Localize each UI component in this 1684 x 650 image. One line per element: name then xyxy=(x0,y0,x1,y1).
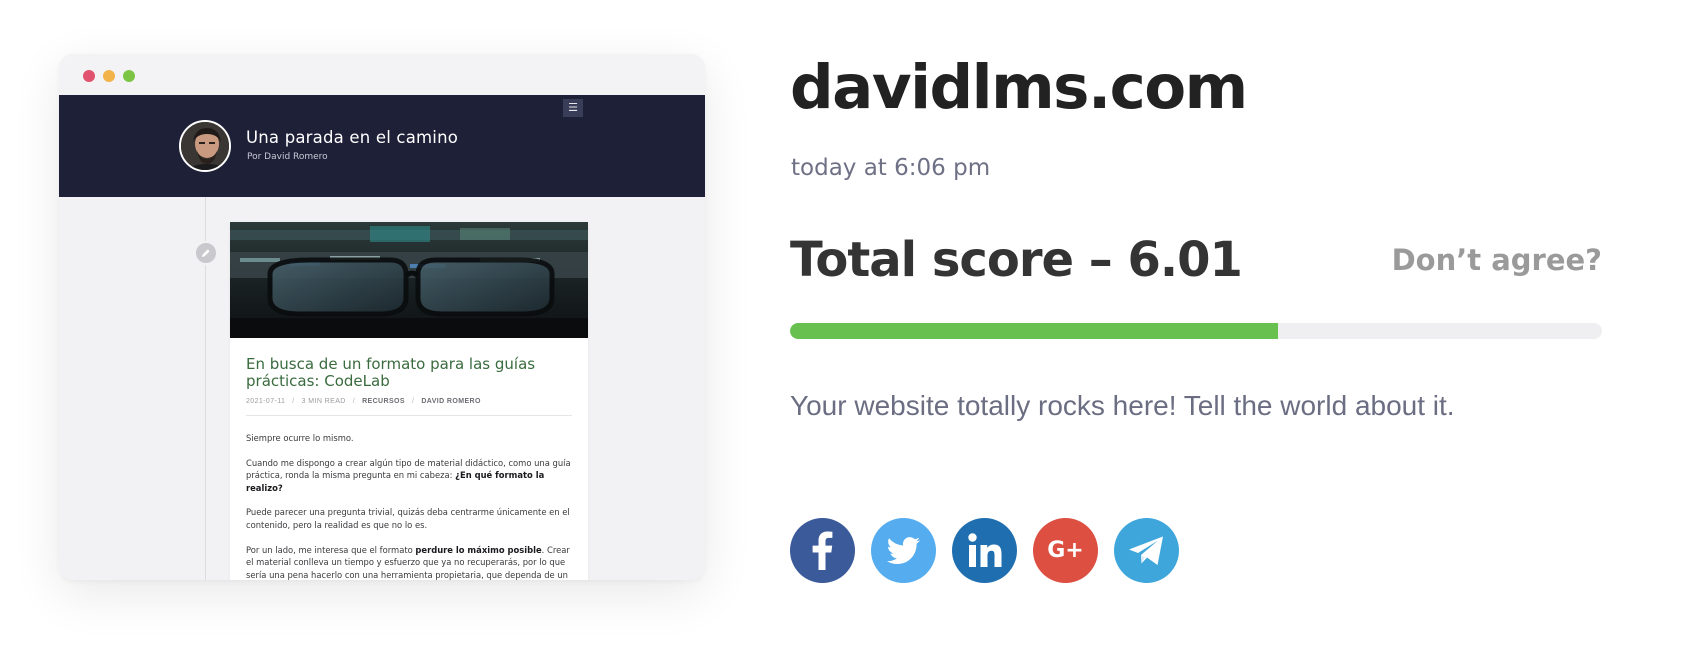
google-plus-icon: G+ xyxy=(1047,538,1084,563)
twitter-icon xyxy=(886,537,920,564)
post-text-bold: perdure lo máximo posible xyxy=(415,544,542,555)
post-card: En busca de un formato para las guías pr… xyxy=(230,222,588,580)
post-author: DAVID ROMERO xyxy=(421,398,481,405)
author-avatar xyxy=(179,120,231,172)
hamburger-menu-icon: ☰ xyxy=(563,99,583,117)
post-category: RECURSOS xyxy=(362,398,405,405)
meta-separator: / xyxy=(352,398,356,405)
share-twitter-button[interactable] xyxy=(871,518,936,583)
meta-separator: / xyxy=(411,398,415,405)
browser-titlebar xyxy=(59,54,705,95)
post-date: 2021-07-11 xyxy=(246,398,286,405)
dont-agree-link[interactable]: Don’t agree? xyxy=(1392,243,1602,277)
facebook-icon xyxy=(812,531,833,570)
post-paragraph: Puede parecer una pregunta trivial, quiz… xyxy=(246,507,570,530)
post-body: Siempre ocurre lo mismo. Cuando me dispo… xyxy=(246,432,572,580)
score-progress-bar xyxy=(790,323,1602,339)
pencil-icon xyxy=(194,241,218,265)
post-meta: 2021-07-11 / 3 MIN READ / RECURSOS / DAVID ROM… xyxy=(246,398,481,405)
score-progress-fill xyxy=(790,323,1278,339)
site-name: davidlms.com xyxy=(790,52,1248,123)
close-dot xyxy=(83,70,95,82)
telegram-icon xyxy=(1129,536,1163,565)
blog-header: ☰ Una parada en el camino Por David Rome… xyxy=(59,95,705,197)
website-preview-window: ☰ Una parada en el camino Por David Rome… xyxy=(59,54,705,580)
share-telegram-button[interactable] xyxy=(1114,518,1179,583)
share-google-plus-button[interactable]: G+ xyxy=(1033,518,1098,583)
post-text: Por un lado, me interesa que el formato xyxy=(246,544,416,555)
check-timestamp: today at 6:06 pm xyxy=(791,155,991,181)
share-linkedin-button[interactable] xyxy=(952,518,1017,583)
post-title: En busca de un formato para las guías pr… xyxy=(246,355,536,390)
post-cover-image xyxy=(230,222,588,338)
post-paragraph: Siempre ocurre lo mismo. xyxy=(246,433,354,443)
blog-byline: Por David Romero xyxy=(247,152,328,162)
maximize-dot xyxy=(123,70,135,82)
total-score: Total score – 6.01 xyxy=(790,232,1243,288)
blog-title: Una parada en el camino xyxy=(246,128,459,147)
linkedin-icon xyxy=(968,533,1002,567)
post-paragraph: Cuando me dispongo a crear algún tipo de… xyxy=(246,457,572,495)
result-message: Your website totally rocks here! Tell th… xyxy=(790,390,1455,421)
minimize-dot xyxy=(103,70,115,82)
share-facebook-button[interactable] xyxy=(790,518,855,583)
post-paragraph: Por un lado, me interesa que el formato … xyxy=(246,544,572,580)
meta-separator: / xyxy=(292,398,295,405)
post-read-time: 3 MIN READ xyxy=(301,398,346,405)
post-divider xyxy=(246,415,572,416)
